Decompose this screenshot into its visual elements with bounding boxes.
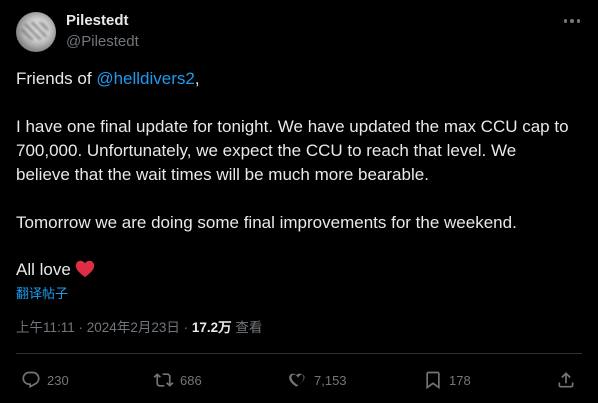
share-button[interactable] — [556, 368, 576, 392]
post-time[interactable]: 上午11:11 — [16, 320, 75, 335]
post-line-4: Tomorrow we are doing some final improve… — [16, 213, 517, 232]
heart-emoji-icon — [75, 260, 95, 285]
reply-button[interactable]: 230 — [21, 368, 69, 392]
like-icon — [288, 370, 308, 390]
tweet-card: Pilestedt @Pilestedt Friends of @helldiv… — [0, 0, 598, 403]
divider — [16, 353, 582, 354]
greeting-prefix: Friends of — [16, 69, 97, 88]
meta-separator-2: · — [179, 320, 192, 335]
like-button[interactable]: 7,153 — [288, 368, 347, 392]
post-date[interactable]: 2024年2月23日 — [87, 320, 180, 335]
post-meta: 上午11:11 · 2024年2月23日 · 17.2万 查看 — [16, 319, 262, 337]
post-signoff: All love — [16, 260, 71, 279]
translate-post-link[interactable]: 翻译帖子 — [16, 285, 68, 303]
post-greeting: Friends of @helldivers2, — [16, 67, 200, 91]
author-handle[interactable]: @Pilestedt — [66, 33, 139, 51]
post-line-2: 700,000. Unfortunately, we expect the CC… — [16, 141, 517, 160]
bookmark-count: 178 — [449, 372, 471, 388]
author-display-name[interactable]: Pilestedt — [66, 12, 129, 30]
bookmark-icon — [423, 370, 443, 390]
reply-count: 230 — [47, 372, 69, 388]
post-line-5: All love — [16, 258, 95, 285]
repost-button[interactable]: 686 — [153, 368, 202, 392]
views-count: 17.2万 — [191, 320, 232, 335]
mention-link[interactable]: @helldivers2 — [96, 69, 195, 88]
repost-count: 686 — [180, 372, 202, 388]
post-line-1: I have one final update for tonight. We … — [16, 117, 569, 136]
greeting-suffix: , — [194, 69, 200, 88]
views-label: 查看 — [235, 320, 263, 335]
meta-separator-1: · — [74, 320, 87, 335]
avatar[interactable] — [16, 12, 56, 52]
repost-icon — [153, 370, 174, 390]
bookmark-button[interactable]: 178 — [423, 368, 471, 392]
more-options-button[interactable] — [561, 11, 583, 31]
share-icon — [556, 370, 576, 390]
reply-icon — [21, 370, 41, 390]
post-line-3: believe that the wait times will be much… — [16, 165, 429, 184]
more-icon — [563, 19, 568, 23]
like-count: 7,153 — [314, 372, 347, 388]
